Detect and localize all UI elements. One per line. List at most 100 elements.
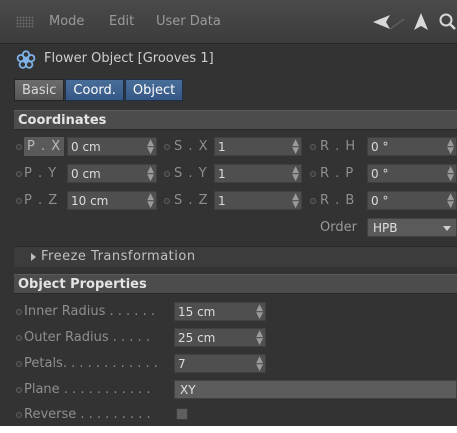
- label-s-z: S . Z: [174, 193, 209, 208]
- animation-dot-icon[interactable]: [16, 144, 22, 150]
- animation-dot-icon[interactable]: [16, 171, 22, 177]
- field-p-z-value: 10 cm: [71, 194, 109, 208]
- menu-edit[interactable]: Edit: [109, 14, 134, 29]
- outer-radius-field[interactable]: 25 cm ▲ ▼: [174, 328, 266, 347]
- label-p-x: P . X: [24, 137, 65, 156]
- spinner-icon[interactable]: ▲ ▼: [147, 166, 154, 183]
- freeze-transformation-group[interactable]: Freeze Transformation: [14, 246, 457, 267]
- field-r-b[interactable]: 0 ° ▲ ▼: [367, 191, 457, 210]
- plane-label: Plane . . . . . . . . . . .: [24, 382, 151, 397]
- spinner-icon[interactable]: ▲ ▼: [292, 139, 299, 156]
- tab-object[interactable]: Object: [124, 79, 184, 101]
- section-coordinates[interactable]: Coordinates: [14, 110, 457, 130]
- animation-dot-icon[interactable]: [16, 335, 22, 341]
- field-s-x-value: 1: [218, 140, 226, 154]
- order-dropdown-value: HPB: [373, 221, 398, 235]
- spinner-icon[interactable]: ▲ ▼: [256, 330, 263, 347]
- section-object-properties[interactable]: Object Properties: [14, 274, 457, 294]
- spinner-icon[interactable]: ▲ ▼: [447, 139, 454, 156]
- spinner-icon[interactable]: ▲ ▼: [256, 356, 263, 373]
- object-title: Flower Object [Grooves 1]: [44, 51, 214, 66]
- label-r-b: R . B: [320, 193, 356, 208]
- field-r-p[interactable]: 0 ° ▲ ▼: [367, 164, 457, 183]
- animation-dot-icon[interactable]: [16, 361, 22, 367]
- field-r-p-value: 0 °: [371, 167, 389, 181]
- spinner-icon[interactable]: ▲ ▼: [292, 166, 299, 183]
- chevron-down-icon: [443, 226, 451, 231]
- spinner-icon[interactable]: ▲ ▼: [256, 304, 263, 321]
- outer-radius-label: Outer Radius . . . . .: [24, 330, 150, 345]
- inner-radius-row: Inner Radius . . . . . . 15 cm ▲ ▼: [14, 302, 457, 322]
- label-s-y: S . Y: [174, 166, 208, 181]
- coord-row-y: P . Y 0 cm ▲ ▼ S . Y 1 ▲ ▼ R . P 0 ° ▲ ▼: [14, 164, 457, 184]
- animation-dot-icon[interactable]: [16, 387, 22, 393]
- object-title-row: Flower Object [Grooves 1]: [0, 47, 457, 73]
- field-s-z-value: 1: [218, 194, 226, 208]
- inner-radius-label: Inner Radius . . . . . .: [24, 304, 155, 319]
- tab-bar: Basic Coord. Object: [14, 79, 184, 101]
- label-p-y: P . Y: [24, 166, 58, 181]
- freeze-transformation-label: Freeze Transformation: [41, 249, 196, 264]
- menu-user-data[interactable]: User Data: [156, 14, 221, 29]
- field-s-x[interactable]: 1 ▲ ▼: [214, 137, 302, 156]
- order-row: Order HPB: [14, 218, 457, 238]
- animation-dot-icon[interactable]: [310, 198, 316, 204]
- label-s-x: S . X: [174, 139, 209, 154]
- inner-radius-field[interactable]: 15 cm ▲ ▼: [174, 302, 266, 321]
- animation-dot-icon[interactable]: [310, 171, 316, 177]
- field-p-z[interactable]: 10 cm ▲ ▼: [67, 191, 157, 210]
- field-p-y[interactable]: 0 cm ▲ ▼: [67, 164, 157, 183]
- menubar: Mode Edit User Data: [0, 0, 457, 44]
- label-p-z: P . Z: [24, 193, 59, 208]
- plane-dropdown[interactable]: XY: [174, 380, 457, 399]
- petals-label: Petals. . . . . . . . . . . .: [24, 356, 158, 371]
- petals-value: 7: [178, 357, 186, 371]
- coord-row-z: P . Z 10 cm ▲ ▼ S . Z 1 ▲ ▼ R . B 0 ° ▲ ▼: [14, 191, 457, 211]
- field-r-b-value: 0 °: [371, 194, 389, 208]
- tab-coord[interactable]: Coord.: [65, 79, 124, 101]
- flower-icon: [16, 50, 36, 69]
- field-s-z[interactable]: 1 ▲ ▼: [214, 191, 302, 210]
- spinner-icon[interactable]: ▲ ▼: [147, 193, 154, 210]
- attribute-manager-panel: Mode Edit User Data Flower Object [Groov…: [0, 0, 457, 426]
- animation-dot-icon[interactable]: [16, 412, 22, 418]
- search-icon[interactable]: [437, 10, 457, 34]
- plane-dropdown-value: XY: [180, 383, 196, 397]
- petals-field[interactable]: 7 ▲ ▼: [174, 354, 266, 373]
- tab-basic[interactable]: Basic: [14, 79, 65, 101]
- animation-dot-icon[interactable]: [16, 309, 22, 315]
- label-r-p: R . P: [320, 166, 355, 181]
- back-arrow-icon[interactable]: [370, 10, 406, 34]
- field-s-y-value: 1: [218, 167, 226, 181]
- label-r-h: R . H: [320, 139, 357, 154]
- spinner-icon[interactable]: ▲ ▼: [447, 193, 454, 210]
- animation-dot-icon[interactable]: [164, 171, 170, 177]
- reverse-label: Reverse . . . . . . . . .: [24, 407, 151, 422]
- up-arrow-icon[interactable]: [411, 10, 431, 34]
- inner-radius-value: 15 cm: [178, 305, 216, 319]
- order-dropdown[interactable]: HPB: [367, 218, 457, 237]
- outer-radius-value: 25 cm: [178, 331, 216, 345]
- drag-grip-icon[interactable]: [16, 16, 34, 28]
- animation-dot-icon[interactable]: [16, 198, 22, 204]
- reverse-checkbox[interactable]: [176, 408, 188, 420]
- field-s-y[interactable]: 1 ▲ ▼: [214, 164, 302, 183]
- expand-triangle-icon[interactable]: [31, 253, 36, 261]
- field-r-h[interactable]: 0 ° ▲ ▼: [367, 137, 457, 156]
- spinner-icon[interactable]: ▲ ▼: [292, 193, 299, 210]
- spinner-icon[interactable]: ▲ ▼: [147, 139, 154, 156]
- menu-mode[interactable]: Mode: [49, 14, 84, 29]
- animation-dot-icon[interactable]: [310, 144, 316, 150]
- order-label: Order: [320, 220, 357, 235]
- plane-row: Plane . . . . . . . . . . . XY: [14, 380, 457, 400]
- reverse-row: Reverse . . . . . . . . .: [14, 405, 457, 425]
- petals-row: Petals. . . . . . . . . . . . 7 ▲ ▼: [14, 354, 457, 374]
- field-p-x-value: 0 cm: [71, 140, 101, 154]
- coord-row-x: P . X 0 cm ▲ ▼ S . X 1 ▲ ▼ R . H 0 ° ▲ ▼: [14, 137, 457, 157]
- spinner-icon[interactable]: ▲ ▼: [447, 166, 454, 183]
- field-p-x[interactable]: 0 cm ▲ ▼: [67, 137, 157, 156]
- animation-dot-icon[interactable]: [164, 198, 170, 204]
- field-r-h-value: 0 °: [371, 140, 389, 154]
- animation-dot-icon[interactable]: [164, 144, 170, 150]
- outer-radius-row: Outer Radius . . . . . 25 cm ▲ ▼: [14, 328, 457, 348]
